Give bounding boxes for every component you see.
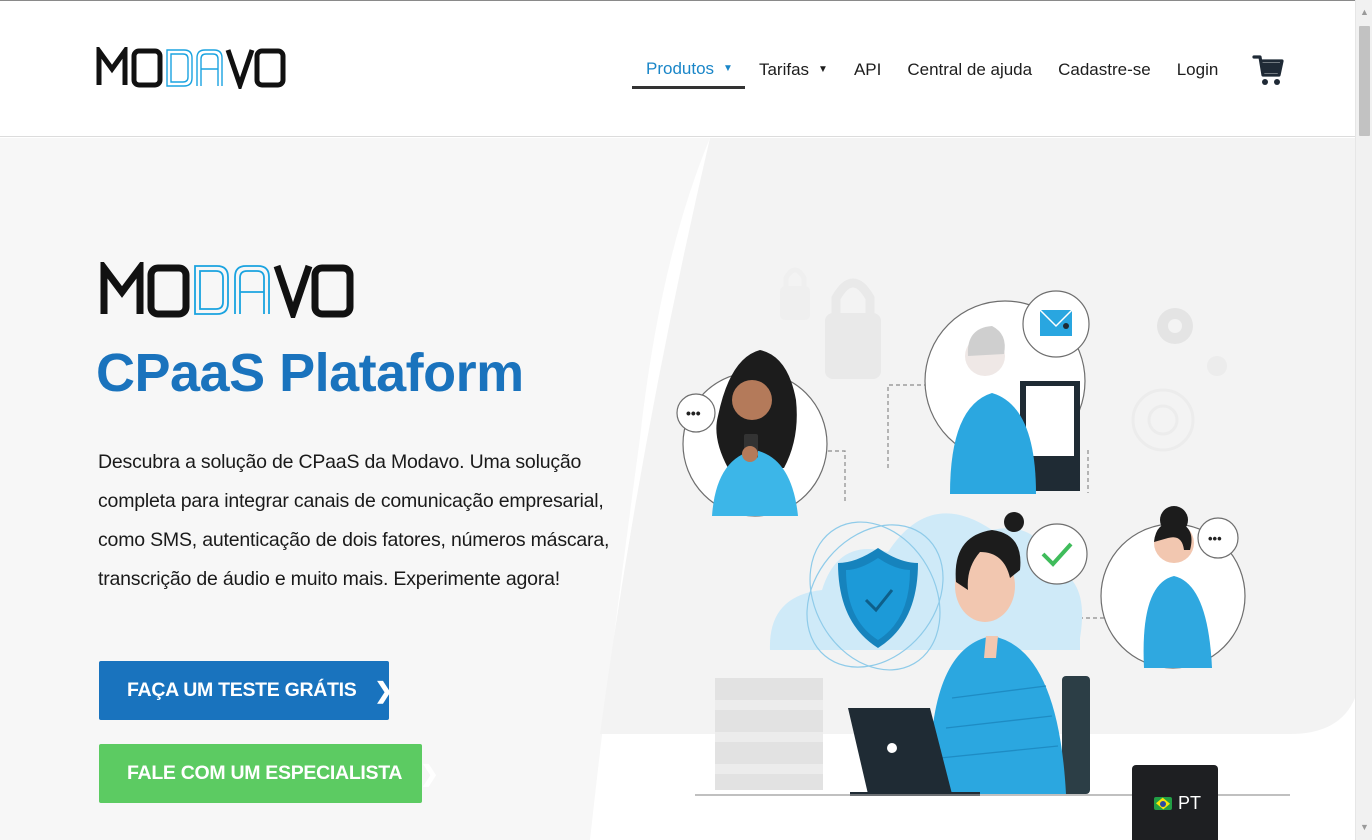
cloud-shield-icon <box>769 513 1083 671</box>
shopping-cart-icon[interactable] <box>1252 51 1284 89</box>
language-selector[interactable]: PT <box>1132 765 1218 840</box>
vertical-scrollbar[interactable]: ▲ ▼ <box>1355 0 1372 840</box>
hero-title: CPaaS Plataform <box>96 343 524 403</box>
nav-item-api[interactable]: API <box>854 51 881 89</box>
brazil-flag-icon <box>1154 797 1172 810</box>
modavo-logo[interactable] <box>96 47 286 89</box>
hero-description: Descubra a solução de CPaaS da Modavo. U… <box>98 451 610 590</box>
nav-item-central-de-ajuda[interactable]: Central de ajuda <box>907 51 1032 89</box>
woman-call-avatar: ••• <box>1100 506 1246 669</box>
scroll-up-arrow-icon[interactable]: ▲ <box>1356 4 1372 21</box>
man-email-avatar <box>924 290 1090 494</box>
nav-item-label: Tarifas <box>758 60 810 79</box>
cpaas-illustration: ••• ••• <box>676 267 1290 796</box>
hero-modavo-logo <box>100 262 354 318</box>
nav-item-label: Cadastre-se <box>1058 60 1151 79</box>
nav-item-login[interactable]: Login <box>1177 51 1219 89</box>
nav-item-label: Login <box>1176 60 1219 79</box>
site-header: Produtos ▼ Tarifas ▼ API Central de ajud… <box>0 1 1355 137</box>
scroll-down-arrow-icon[interactable]: ▼ <box>1356 819 1372 836</box>
hero-section: CPaaS Plataform Descubra a solução de CP… <box>0 138 1355 840</box>
padlock-icon <box>780 267 881 379</box>
free-trial-button-label: FAÇA UM TESTE GRÁTIS <box>127 679 357 701</box>
talk-to-specialist-button-label: FALE COM UM ESPECIALISTA <box>127 762 403 784</box>
svg-text:•••: ••• <box>1208 531 1222 546</box>
nav-item-label: Produtos <box>646 58 715 78</box>
scrollbar-thumb[interactable] <box>1359 26 1370 136</box>
gear-outline-icon <box>1131 388 1195 452</box>
chevron-right-icon: ❯ <box>420 760 439 786</box>
main-nav: Produtos ▼ Tarifas ▼ API Central de ajud… <box>632 51 1244 91</box>
talk-to-specialist-button[interactable]: FALE COM UM ESPECIALISTA ❯ <box>99 744 439 803</box>
server-rack-icon <box>715 678 823 790</box>
nav-item-tarifas[interactable]: Tarifas ▼ <box>759 51 828 89</box>
caret-down-icon: ▼ <box>818 64 828 75</box>
nav-item-produtos[interactable]: Produtos ▼ <box>632 51 745 89</box>
free-trial-button[interactable]: FAÇA UM TESTE GRÁTIS ❯ <box>99 661 393 720</box>
nav-item-label: Central de ajuda <box>907 60 1033 79</box>
caret-down-icon: ▼ <box>723 62 733 74</box>
woman-phone-avatar: ••• <box>676 350 828 517</box>
nav-item-label: API <box>853 60 882 79</box>
nav-item-cadastre-se[interactable]: Cadastre-se <box>1058 51 1151 89</box>
language-label: PT <box>1178 793 1202 813</box>
chevron-right-icon: ❯ <box>374 677 393 703</box>
svg-text:•••: ••• <box>686 405 701 421</box>
gear-icon <box>1157 308 1227 376</box>
check-bubble-icon <box>1026 523 1088 585</box>
